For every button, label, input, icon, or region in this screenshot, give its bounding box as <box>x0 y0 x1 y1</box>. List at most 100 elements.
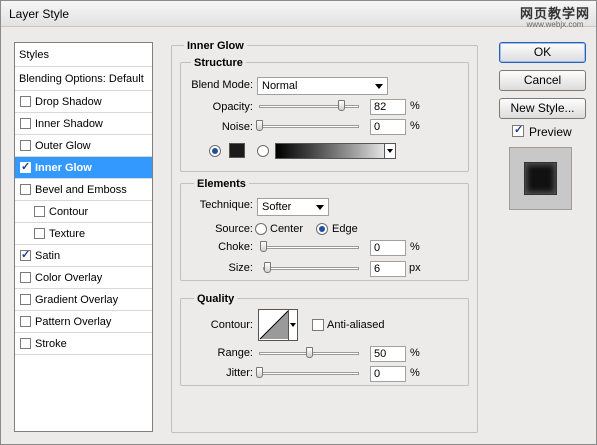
range-slider-thumb[interactable] <box>306 347 313 358</box>
choke-slider-thumb[interactable] <box>260 241 267 252</box>
inner-glow-title: Inner Glow <box>184 40 247 52</box>
size-slider-thumb[interactable] <box>263 262 271 273</box>
blend-mode-value: Normal <box>262 80 298 92</box>
noise-label: Noise: <box>221 121 253 133</box>
style-item-checkbox[interactable] <box>20 316 31 327</box>
contour-label: Contour: <box>210 319 253 331</box>
blend-mode-select[interactable]: Normal <box>257 77 388 95</box>
chevron-down-icon <box>290 323 296 327</box>
style-item-bevel-and-emboss[interactable]: Bevel and Emboss <box>15 179 152 201</box>
opacity-slider-thumb[interactable] <box>338 100 345 111</box>
title-bar: Layer Style 网页教学网 www.webjx.com <box>1 1 596 29</box>
style-item-satin[interactable]: Satin <box>15 245 152 267</box>
contour-picker[interactable] <box>258 309 298 341</box>
jitter-slider-thumb[interactable] <box>256 367 263 378</box>
style-item-checkbox[interactable] <box>34 206 45 217</box>
style-item-drop-shadow[interactable]: Drop Shadow <box>15 91 152 113</box>
style-item-outer-glow[interactable]: Outer Glow <box>15 135 152 157</box>
new-style-button[interactable]: New Style... <box>499 98 586 119</box>
size-label: Size: <box>228 262 253 274</box>
style-item-pattern-overlay[interactable]: Pattern Overlay <box>15 311 152 333</box>
style-item-checkbox[interactable] <box>20 96 31 107</box>
range-unit: % <box>410 347 420 359</box>
style-item-checkbox[interactable] <box>20 272 31 283</box>
opacity-label: Opacity: <box>212 101 253 113</box>
noise-input[interactable]: 0 <box>370 119 406 135</box>
source-edge-radio[interactable] <box>316 223 328 235</box>
size-slider[interactable] <box>263 267 359 270</box>
source-edge-label: Edge <box>332 223 358 235</box>
style-item-label: Texture <box>49 228 86 240</box>
source-center-radio[interactable] <box>255 223 267 235</box>
color-radio[interactable] <box>209 145 221 157</box>
style-item-label: Outer Glow <box>35 140 91 152</box>
opacity-input[interactable]: 82 <box>370 99 406 115</box>
layer-style-dialog: Layer Style 网页教学网 www.webjx.com Styles B… <box>0 0 597 445</box>
contour-dropdown-button[interactable] <box>288 310 297 340</box>
anti-aliased-checkbox[interactable] <box>312 319 324 331</box>
style-item-gradient-overlay[interactable]: Gradient Overlay <box>15 289 152 311</box>
style-item-label: Inner Glow <box>35 162 92 174</box>
chevron-down-icon <box>387 149 393 153</box>
range-input[interactable]: 50 <box>370 346 406 362</box>
opacity-unit: % <box>410 100 420 112</box>
style-item-label: Pattern Overlay <box>35 316 112 328</box>
preview-label: Preview <box>529 125 572 139</box>
gradient-dropdown-button[interactable] <box>384 144 395 158</box>
gradient-radio[interactable] <box>257 145 269 157</box>
blending-options-label: Blending Options: Default <box>19 73 144 85</box>
noise-slider-thumb[interactable] <box>256 120 263 131</box>
jitter-slider[interactable] <box>259 372 359 375</box>
style-item-texture[interactable]: Texture <box>15 223 152 245</box>
quality-title: Quality <box>194 293 238 305</box>
technique-label: Technique: <box>199 199 253 211</box>
style-item-label: Stroke <box>35 338 67 350</box>
chevron-down-icon <box>316 205 324 210</box>
preview-checkbox[interactable]: ✓ <box>512 124 524 137</box>
style-item-checkbox[interactable] <box>34 228 45 239</box>
jitter-label: Jitter: <box>226 367 253 379</box>
style-item-label: Inner Shadow <box>35 118 103 130</box>
style-item-label: Drop Shadow <box>35 96 102 108</box>
style-item-checkbox[interactable] <box>20 160 31 173</box>
chevron-down-icon <box>375 84 383 89</box>
style-item-checkbox[interactable] <box>20 184 31 195</box>
style-item-contour[interactable]: Contour <box>15 201 152 223</box>
size-input[interactable]: 6 <box>370 261 406 277</box>
style-item-label: Color Overlay <box>35 272 103 284</box>
noise-slider[interactable] <box>259 125 359 128</box>
style-item-checkbox[interactable] <box>20 294 31 305</box>
style-item-inner-shadow[interactable]: Inner Shadow <box>15 113 152 135</box>
technique-select[interactable]: Softer <box>257 198 329 216</box>
styles-list: Styles Blending Options: Default Drop Sh… <box>14 42 153 432</box>
ok-button[interactable]: OK <box>499 42 586 63</box>
styles-header[interactable]: Styles <box>15 43 152 67</box>
contour-preview-icon <box>259 310 289 340</box>
style-item-color-overlay[interactable]: Color Overlay <box>15 267 152 289</box>
style-item-label: Contour <box>49 206 89 218</box>
style-item-inner-glow[interactable]: Inner Glow <box>15 157 152 179</box>
style-item-checkbox[interactable] <box>20 248 31 261</box>
choke-slider[interactable] <box>263 246 359 249</box>
blending-options-item[interactable]: Blending Options: Default <box>15 67 152 91</box>
blend-mode-label: Blend Mode: <box>191 79 253 91</box>
source-label: Source: <box>215 223 253 235</box>
gradient-picker[interactable] <box>275 143 396 159</box>
choke-input[interactable]: 0 <box>370 240 406 256</box>
style-item-checkbox[interactable] <box>20 338 31 349</box>
cancel-button[interactable]: Cancel <box>499 70 586 91</box>
checkmark-icon: ✓ <box>514 124 524 136</box>
watermark: 网页教学网 www.webjx.com <box>520 3 590 29</box>
choke-unit: % <box>410 241 420 253</box>
style-preview <box>509 147 572 210</box>
glow-color-swatch[interactable] <box>229 143 245 158</box>
style-item-checkbox[interactable] <box>20 118 31 129</box>
style-item-label: Gradient Overlay <box>35 294 119 306</box>
style-item-checkbox[interactable] <box>20 140 31 151</box>
jitter-input[interactable]: 0 <box>370 366 406 382</box>
structure-title: Structure <box>191 57 246 69</box>
noise-unit: % <box>410 120 420 132</box>
range-label: Range: <box>217 347 253 359</box>
style-item-stroke[interactable]: Stroke <box>15 333 152 355</box>
elements-title: Elements <box>194 178 249 190</box>
